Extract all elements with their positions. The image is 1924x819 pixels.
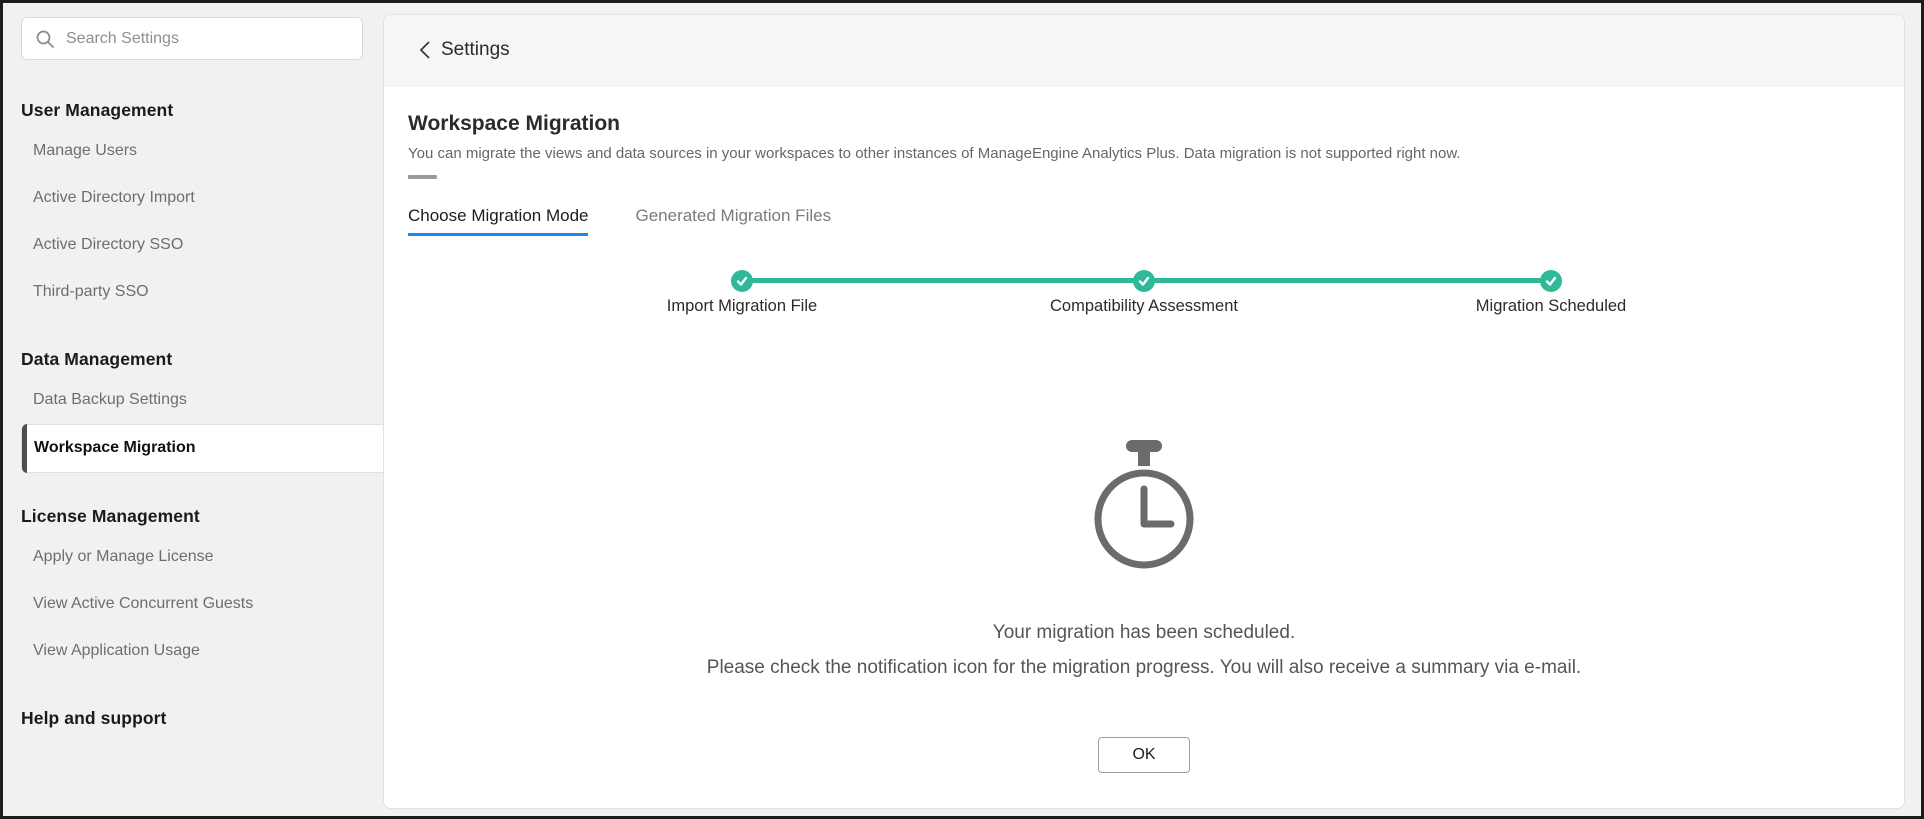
step-label-import-migration-file: Import Migration File <box>667 297 817 316</box>
sidebar-item-view-active-concurrent-guests[interactable]: View Active Concurrent Guests <box>3 581 383 628</box>
scheduled-message: Your migration has been scheduled. Pleas… <box>408 615 1880 685</box>
tab-generated-migration-files[interactable]: Generated Migration Files <box>635 206 831 236</box>
workspace-migration-content: Workspace Migration You can migrate the … <box>384 86 1904 808</box>
section-license-management: License Management Apply or Manage Licen… <box>3 506 383 675</box>
step-label-compatibility-assessment: Compatibility Assessment <box>1050 297 1238 316</box>
migration-tabs: Choose Migration Mode Generated Migratio… <box>408 206 1880 236</box>
step-completed-check-icon <box>1540 270 1562 292</box>
section-user-management: User Management Manage Users Active Dire… <box>3 100 383 316</box>
scheduled-message-line2: Please check the notification icon for t… <box>408 650 1880 685</box>
ok-button[interactable]: OK <box>1098 737 1190 773</box>
sidebar-item-active-directory-import[interactable]: Active Directory Import <box>3 175 383 222</box>
section-heading: Help and support <box>3 708 383 736</box>
step-label-migration-scheduled: Migration Scheduled <box>1476 297 1626 316</box>
sidebar-item-manage-users[interactable]: Manage Users <box>3 128 383 175</box>
migration-scheduled-block: Your migration has been scheduled. Pleas… <box>408 440 1880 773</box>
search-input[interactable] <box>66 30 346 48</box>
migration-progress-stepper: Import Migration File Compatibility Asse… <box>408 270 1880 348</box>
page-title: Workspace Migration <box>408 112 1880 136</box>
sidebar-item-data-backup-settings[interactable]: Data Backup Settings <box>3 377 383 424</box>
back-label: Settings <box>441 39 510 61</box>
sidebar-nav: User Management Manage Users Active Dire… <box>3 100 383 736</box>
sidebar-item-active-directory-sso[interactable]: Active Directory SSO <box>3 222 383 269</box>
section-data-management: Data Management Data Backup Settings Wor… <box>3 349 383 473</box>
page-description: You can migrate the views and data sourc… <box>408 145 1880 162</box>
sidebar-item-workspace-migration[interactable]: Workspace Migration <box>21 424 383 473</box>
title-divider-dash <box>408 175 437 179</box>
search-settings-box[interactable] <box>21 17 363 60</box>
search-icon <box>35 29 55 49</box>
sidebar-item-apply-or-manage-license[interactable]: Apply or Manage License <box>3 534 383 581</box>
tab-choose-migration-mode[interactable]: Choose Migration Mode <box>408 206 588 236</box>
sidebar-item-third-party-sso[interactable]: Third-party SSO <box>3 269 383 316</box>
scheduled-message-line1: Your migration has been scheduled. <box>408 615 1880 650</box>
settings-back-header[interactable]: Settings <box>384 15 1904 86</box>
step-completed-check-icon <box>731 270 753 292</box>
back-chevron-icon <box>419 40 431 60</box>
settings-sidebar: User Management Manage Users Active Dire… <box>3 3 383 816</box>
section-help-and-support: Help and support <box>3 708 383 736</box>
main-panel: Settings Workspace Migration You can mig… <box>383 14 1905 809</box>
section-heading: User Management <box>3 100 383 128</box>
section-heading: Data Management <box>3 349 383 377</box>
sidebar-item-view-application-usage[interactable]: View Application Usage <box>3 628 383 675</box>
section-heading: License Management <box>3 506 383 534</box>
step-completed-check-icon <box>1133 270 1155 292</box>
stopwatch-icon <box>408 440 1880 577</box>
app-window: User Management Manage Users Active Dire… <box>0 0 1924 819</box>
